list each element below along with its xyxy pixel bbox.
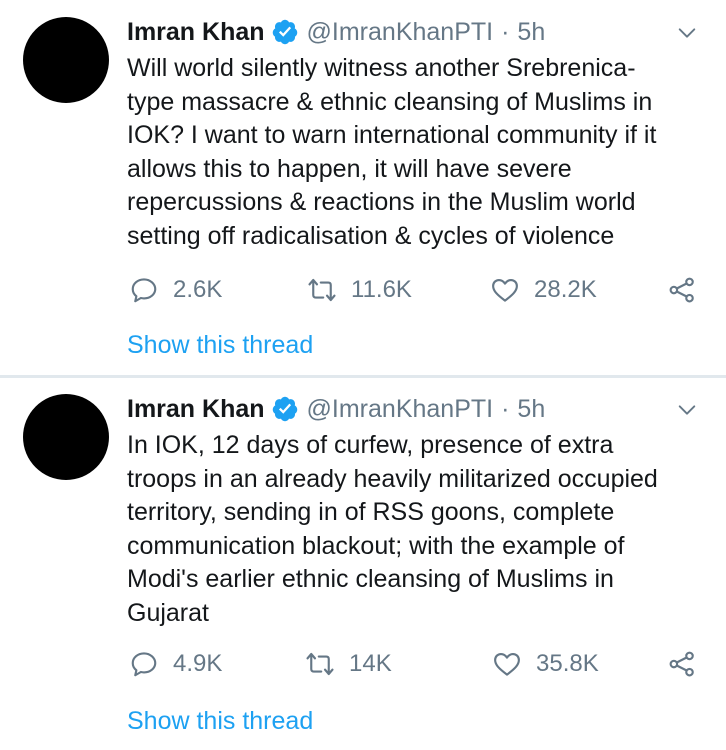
reply-button[interactable]: 4.9K	[129, 644, 222, 684]
retweet-button[interactable]: 11.6K	[307, 270, 412, 310]
reply-count: 2.6K	[173, 276, 223, 303]
heart-icon	[494, 652, 520, 676]
tweet-card[interactable]: Imran Khan @ImranKhanPTI · 5h Will world…	[0, 0, 726, 377]
avatar[interactable]	[23, 17, 109, 103]
tweet-actions: 4.9K 14K 35.8K	[127, 644, 707, 684]
like-count: 35.8K	[536, 650, 599, 677]
share-button[interactable]	[667, 270, 711, 310]
verified-badge-icon	[272, 19, 297, 45]
share-icon	[669, 277, 694, 303]
reply-button[interactable]: 2.6K	[129, 270, 222, 310]
timestamp[interactable]: 5h	[517, 395, 545, 424]
like-count: 28.2K	[534, 276, 597, 303]
retweet-count: 14K	[349, 650, 392, 677]
chevron-down-icon[interactable]	[676, 399, 698, 421]
retweet-icon	[308, 278, 336, 302]
retweet-count: 11.6K	[351, 276, 412, 303]
separator-dot: ·	[501, 17, 510, 46]
heart-icon	[492, 278, 518, 302]
tweet-header: Imran Khan @ImranKhanPTI · 5h	[127, 391, 545, 427]
tweet-text: In IOK, 12 days of curfew, presence of e…	[127, 431, 658, 627]
avatar[interactable]	[23, 394, 109, 480]
reply-icon	[131, 652, 157, 677]
author-handle[interactable]: @ImranKhanPTI	[307, 395, 494, 424]
like-button[interactable]: 28.2K	[490, 270, 597, 310]
reply-count: 4.9K	[173, 650, 223, 677]
author-handle[interactable]: @ImranKhanPTI	[307, 18, 494, 47]
verified-badge-icon	[272, 396, 297, 422]
retweet-icon	[306, 652, 334, 676]
tweet-text: Will world silently witness another Sreb…	[127, 54, 657, 250]
like-button[interactable]: 35.8K	[492, 644, 599, 684]
chevron-down-icon[interactable]	[676, 22, 698, 44]
author-name[interactable]: Imran Khan	[127, 395, 265, 424]
show-thread-link[interactable]: Show this thread	[127, 331, 313, 360]
separator-dot: ·	[501, 394, 510, 423]
show-thread-link[interactable]: Show this thread	[127, 707, 313, 736]
share-button[interactable]	[667, 644, 711, 684]
retweet-button[interactable]: 14K	[305, 644, 392, 684]
timestamp[interactable]: 5h	[517, 18, 545, 47]
tweet-card[interactable]: Imran Khan @ImranKhanPTI · 5h In IOK, 12…	[0, 377, 726, 750]
share-icon	[669, 651, 694, 677]
reply-icon	[131, 278, 157, 303]
author-name[interactable]: Imran Khan	[127, 18, 265, 47]
tweet-actions: 2.6K 11.6K 28.2K	[127, 270, 707, 310]
tweet-header: Imran Khan @ImranKhanPTI · 5h	[127, 14, 545, 50]
